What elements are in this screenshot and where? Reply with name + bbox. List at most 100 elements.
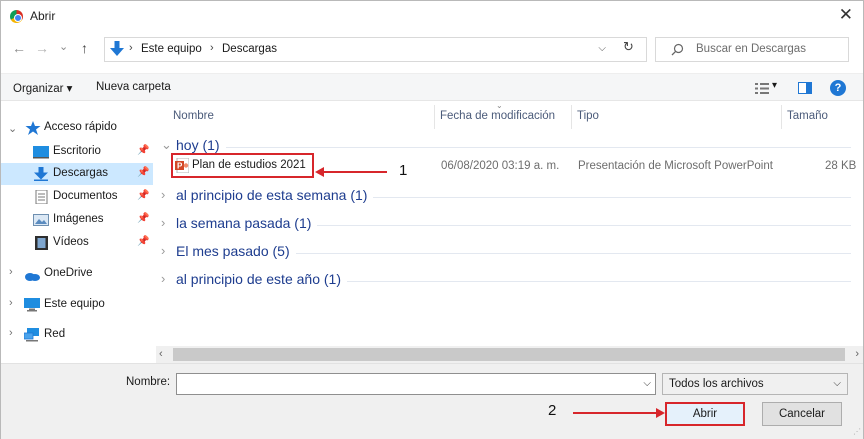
file-modified: 06/08/2020 03:19 a. m. <box>441 160 560 172</box>
sidebar-item-descargas[interactable]: Descargas 📌 <box>1 163 153 185</box>
column-divider[interactable] <box>781 105 782 129</box>
navigation-pane: ⌄ Acceso rápido Escritorio 📌 Descargas 📌 <box>1 101 156 366</box>
sidebar-item-label: Vídeos <box>53 236 89 248</box>
chevron-right-icon[interactable]: › <box>9 297 13 309</box>
command-bar: Organizar ▾ Nueva carpeta ▾ ? <box>1 73 863 101</box>
horizontal-scrollbar[interactable]: ‹ › <box>156 346 863 363</box>
scrollbar-thumb[interactable] <box>173 348 845 361</box>
sort-indicator-icon: ⌄ <box>496 101 503 110</box>
chrome-icon <box>10 10 23 23</box>
navigation-bar: ← → ⌄ ↑ › Este equipo › Descargas ⌵ ↻ Bu… <box>1 34 863 64</box>
group-label: al principio de esta semana (1) <box>176 187 374 203</box>
column-header-name[interactable]: Nombre <box>173 110 214 122</box>
pin-icon[interactable]: 📌 <box>137 190 149 201</box>
group-divider <box>176 147 851 148</box>
sidebar-item-onedrive[interactable]: › OneDrive <box>1 263 153 285</box>
file-name-input[interactable]: ⌵ <box>176 373 656 395</box>
open-button[interactable]: Abrir <box>665 402 745 426</box>
downloads-icon <box>34 167 48 181</box>
sidebar-item-escritorio[interactable]: Escritorio 📌 <box>1 141 153 163</box>
chevron-right-icon[interactable]: › <box>161 215 165 230</box>
address-bar[interactable]: › Este equipo › Descargas ⌵ <box>104 37 647 62</box>
pin-icon[interactable]: 📌 <box>137 167 149 178</box>
column-header-size[interactable]: Tamaño <box>787 110 828 122</box>
close-icon[interactable]: ✕ <box>839 5 853 25</box>
sidebar-item-red[interactable]: › Red <box>1 324 153 346</box>
search-box[interactable]: Buscar en Descargas <box>655 37 849 62</box>
annotation-arrow-head <box>656 408 665 418</box>
chevron-down-icon[interactable]: ⌵ <box>598 43 606 54</box>
chevron-right-icon[interactable]: › <box>9 327 13 339</box>
open-file-dialog: Abrir ✕ ← → ⌄ ↑ › Este equipo › Descarga… <box>0 0 864 439</box>
column-divider[interactable] <box>434 105 435 129</box>
annotation-arrow-line <box>573 412 657 414</box>
file-type-filter[interactable]: Todos los archivos ⌵ <box>662 373 848 395</box>
forward-arrow-icon[interactable]: → <box>35 40 49 56</box>
file-row[interactable]: P Plan de estudios 2021 06/08/2020 03:19… <box>170 153 860 178</box>
sidebar-item-imagenes[interactable]: Imágenes 📌 <box>1 209 153 231</box>
group-label: hoy (1) <box>176 137 226 153</box>
group-header-esta-semana[interactable]: › al principio de esta semana (1) <box>161 185 861 207</box>
new-folder-button[interactable]: Nueva carpeta <box>96 81 171 93</box>
pin-icon[interactable]: 📌 <box>137 236 149 247</box>
sidebar-item-label: Este equipo <box>44 298 105 310</box>
chevron-right-icon[interactable]: › <box>9 266 13 278</box>
organize-button[interactable]: Organizar ▾ <box>13 81 72 95</box>
refresh-icon[interactable]: ↻ <box>623 40 634 54</box>
sidebar-item-label: OneDrive <box>44 267 93 279</box>
pin-icon[interactable]: 📌 <box>137 145 149 156</box>
annotation-number: 1 <box>399 162 408 179</box>
cancel-button[interactable]: Cancelar <box>762 402 842 426</box>
up-arrow-icon[interactable]: ↑ <box>81 40 88 56</box>
sidebar-item-videos[interactable]: Vídeos 📌 <box>1 232 153 254</box>
pin-icon[interactable]: 📌 <box>137 213 149 224</box>
view-options-icon[interactable] <box>755 83 769 94</box>
chevron-down-icon[interactable]: ⌵ <box>643 378 651 389</box>
window-title: Abrir <box>30 9 56 23</box>
preview-pane-icon[interactable] <box>798 82 812 94</box>
back-arrow-icon[interactable]: ← <box>12 40 26 56</box>
breadcrumb-separator: › <box>210 42 214 54</box>
column-header-modified[interactable]: Fecha de modificación <box>440 110 555 122</box>
annotation-arrow-line <box>323 171 387 173</box>
chevron-right-icon[interactable]: › <box>161 187 165 202</box>
group-label: la semana pasada (1) <box>176 215 318 231</box>
chevron-right-icon[interactable]: › <box>161 271 165 286</box>
column-header-type[interactable]: Tipo <box>577 110 599 122</box>
svg-text:P: P <box>177 162 183 171</box>
file-name-label: Nombre: <box>126 376 171 388</box>
sidebar-item-label: Acceso rápido <box>44 121 117 133</box>
group-header-semana-pasada[interactable]: › la semana pasada (1) <box>161 213 861 235</box>
dialog-footer: Nombre: ⌵ Todos los archivos ⌵ 2 Abrir C… <box>1 363 863 439</box>
documents-icon <box>35 190 48 204</box>
scroll-left-icon[interactable]: ‹ <box>159 348 163 360</box>
star-icon <box>25 121 41 135</box>
group-label: al principio de este año (1) <box>176 271 347 287</box>
title-bar: Abrir ✕ <box>1 1 863 31</box>
sidebar-item-acceso-rapido[interactable]: ⌄ Acceso rápido <box>1 117 153 139</box>
sidebar-item-este-equipo[interactable]: › Este equipo <box>1 294 153 316</box>
chevron-down-icon[interactable]: ▾ <box>772 80 777 91</box>
help-icon[interactable]: ? <box>830 80 846 96</box>
sidebar-item-documentos[interactable]: Documentos 📌 <box>1 186 153 208</box>
group-label: El mes pasado (5) <box>176 243 296 259</box>
cloud-icon <box>25 273 40 281</box>
chevron-down-icon[interactable]: ⌄ <box>8 122 17 135</box>
chevron-down-icon[interactable]: ⌵ <box>833 378 841 389</box>
chevron-right-icon[interactable]: › <box>161 243 165 258</box>
file-name: Plan de estudios 2021 <box>192 159 306 171</box>
search-placeholder: Buscar en Descargas <box>696 43 806 55</box>
annotation-number: 2 <box>548 402 557 419</box>
chevron-down-icon[interactable]: ⌄ <box>161 137 172 153</box>
recent-locations-icon[interactable]: ⌄ <box>59 39 68 55</box>
resize-grip-icon[interactable]: ⋰ <box>853 427 861 436</box>
network-icon <box>24 328 39 342</box>
breadcrumb-descargas[interactable]: Descargas <box>222 43 277 55</box>
group-header-este-ano[interactable]: › al principio de este año (1) <box>161 269 861 291</box>
column-divider[interactable] <box>571 105 572 129</box>
breadcrumb-este-equipo[interactable]: Este equipo <box>141 43 202 55</box>
group-header-mes-pasado[interactable]: › El mes pasado (5) <box>161 241 861 263</box>
search-icon <box>671 43 684 56</box>
scroll-right-icon[interactable]: › <box>855 348 859 360</box>
breadcrumb-separator: › <box>129 42 133 54</box>
